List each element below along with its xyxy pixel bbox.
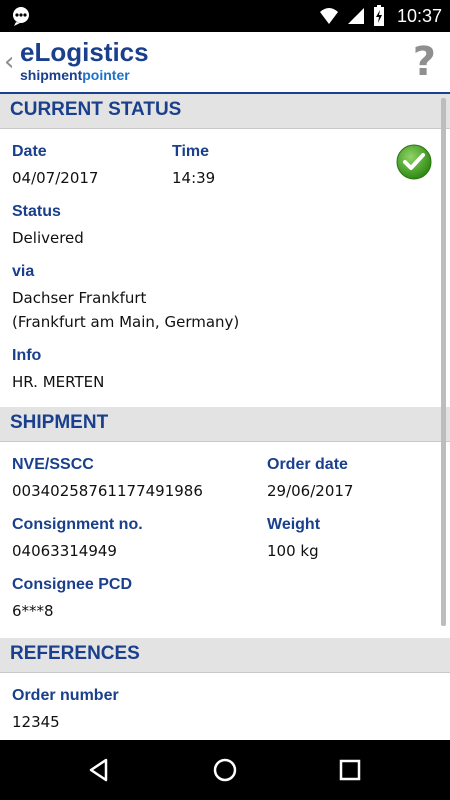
brand-sub-strong: shipment bbox=[20, 67, 83, 83]
app-logo: eLogistics shipmentpointer bbox=[20, 38, 149, 83]
current-status-header: CURRENT STATUS bbox=[0, 94, 450, 129]
back-chevron-icon[interactable]: ‹ bbox=[4, 47, 14, 77]
check-circle-icon bbox=[396, 144, 432, 180]
references-header: REFERENCES bbox=[0, 638, 450, 673]
chat-bubble-icon bbox=[13, 7, 29, 26]
weight-label: Weight bbox=[267, 516, 321, 533]
wifi-icon bbox=[319, 8, 338, 24]
via-label: via bbox=[12, 263, 35, 280]
status-label: Status bbox=[12, 203, 61, 220]
order-date-value: 29/06/2017 bbox=[267, 482, 354, 500]
nve-value: 00340258761177491986 bbox=[12, 482, 203, 500]
info-label: Info bbox=[12, 347, 42, 364]
consignment-value: 04063314949 bbox=[12, 542, 117, 560]
home-circle-icon[interactable] bbox=[210, 755, 240, 785]
order-date-label: Order date bbox=[267, 456, 348, 473]
references-section: Order number 12345 bbox=[0, 673, 450, 740]
battery-charging-icon bbox=[373, 5, 384, 26]
order-number-label: Order number bbox=[12, 687, 119, 704]
date-value: 04/07/2017 bbox=[12, 169, 99, 187]
references-title: REFERENCES bbox=[10, 643, 140, 664]
brand-title: eLogistics bbox=[20, 37, 149, 67]
current-status-section: Date 04/07/2017 Time 14:39 Status Delive… bbox=[0, 129, 450, 407]
date-label: Date bbox=[12, 143, 47, 160]
shipment-header: SHIPMENT bbox=[0, 407, 450, 442]
time-label: Time bbox=[172, 143, 210, 160]
info-value: HR. MERTEN bbox=[12, 373, 105, 391]
status-value: Delivered bbox=[12, 229, 84, 247]
consignee-value: 6***8 bbox=[12, 602, 54, 620]
current-status-title: CURRENT STATUS bbox=[10, 99, 182, 120]
shipment-title: SHIPMENT bbox=[10, 412, 109, 433]
app-bar: ‹ eLogistics shipmentpointer ? bbox=[0, 32, 450, 94]
back-triangle-icon[interactable] bbox=[84, 755, 114, 785]
shipment-detail-content[interactable]: CURRENT STATUS Date 04/07/2017 Time 14:3… bbox=[0, 94, 450, 740]
recents-square-icon[interactable] bbox=[335, 755, 365, 785]
help-button[interactable]: ? bbox=[413, 40, 436, 84]
brand-subtitle: shipmentpointer bbox=[20, 67, 149, 83]
weight-value: 100 kg bbox=[267, 542, 319, 560]
signal-icon bbox=[347, 8, 364, 24]
shipment-section: NVE/SSCC 00340258761177491986 Order date… bbox=[0, 442, 450, 638]
via-value-line1: Dachser Frankfurt bbox=[12, 289, 147, 307]
status-bar: 10:37 bbox=[0, 0, 450, 32]
brand-sub-light: pointer bbox=[82, 67, 130, 83]
consignee-label: Consignee PCD bbox=[12, 576, 133, 593]
clock-time: 10:37 bbox=[396, 5, 442, 26]
scrollbar-thumb[interactable] bbox=[441, 98, 446, 626]
time-value: 14:39 bbox=[172, 169, 216, 187]
navigation-bar bbox=[0, 740, 450, 800]
order-number-value: 12345 bbox=[12, 713, 60, 731]
via-value-line2: (Frankfurt am Main, Germany) bbox=[12, 313, 240, 331]
nve-label: NVE/SSCC bbox=[12, 456, 94, 473]
consignment-label: Consignment no. bbox=[12, 516, 143, 533]
